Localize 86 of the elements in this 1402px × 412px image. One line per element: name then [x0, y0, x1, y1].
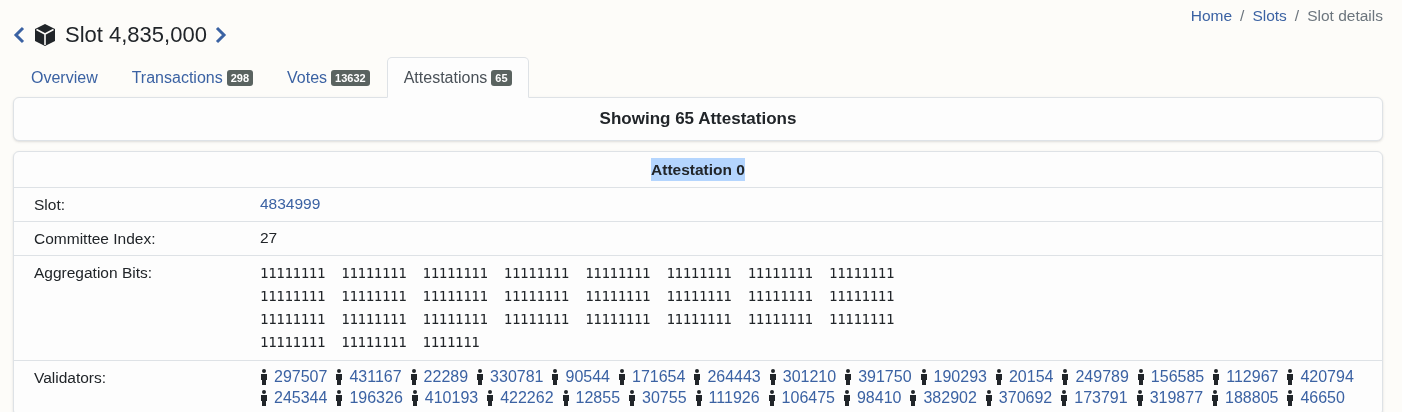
person-icon — [335, 369, 344, 385]
person-icon — [693, 369, 702, 385]
validator-link[interactable]: 249789 — [1075, 367, 1129, 387]
bits-line: 11111111 11111111 11111111 11111111 11111111 11111111 11111111 11111111 — [260, 287, 895, 306]
validator-link[interactable]: 156585 — [1150, 367, 1205, 387]
validator-link[interactable]: 173791 — [1074, 388, 1128, 408]
validator-link[interactable]: 370692 — [998, 388, 1053, 408]
person-icon — [260, 390, 268, 406]
person-icon — [919, 369, 928, 385]
person-icon — [909, 390, 918, 406]
slot-link[interactable]: 4834999 — [260, 194, 321, 215]
bits-line: 11111111 11111111 1111111 — [260, 333, 481, 352]
row-label: Validators: — [34, 368, 108, 388]
attestation-heading: Attestation 0 — [651, 157, 745, 182]
row-label: Aggregation Bits: — [34, 263, 154, 283]
breadcrumb-link[interactable]: Home — [1190, 4, 1233, 28]
chevron-left-icon[interactable] — [13, 25, 25, 44]
validator-link[interactable]: 410193 — [424, 388, 479, 408]
person-icon — [694, 390, 703, 406]
summary-heading: Showing 65 Attestations — [599, 108, 797, 131]
validator-link[interactable]: 264443 — [707, 367, 761, 387]
validator-link[interactable]: 245344 — [274, 388, 328, 408]
validator-link[interactable]: 20154 — [1008, 367, 1054, 387]
person-icon — [410, 390, 419, 406]
person-icon — [842, 390, 851, 406]
tab[interactable]: Overview — [14, 57, 115, 98]
person-icon — [618, 369, 626, 385]
validator-link[interactable]: 171654 — [632, 367, 686, 387]
validator-link[interactable]: 301210 — [782, 367, 837, 387]
person-icon — [1286, 390, 1295, 406]
validator-link[interactable]: 422262 — [500, 388, 554, 408]
person-icon — [260, 369, 268, 385]
person-icon — [1212, 369, 1221, 385]
page-title: Slot 4,835,000 — [65, 21, 207, 49]
person-icon — [767, 390, 776, 406]
person-icon — [561, 390, 570, 406]
validator-link[interactable]: 188805 — [1225, 388, 1279, 408]
person-icon — [1060, 390, 1069, 406]
validator-link[interactable]: 319877 — [1149, 388, 1204, 408]
validator-link[interactable]: 190293 — [933, 367, 987, 387]
validator-link[interactable]: 90544 — [565, 367, 610, 387]
person-icon — [486, 390, 495, 406]
validator-link[interactable]: 46650 — [1300, 388, 1345, 408]
count-badge: 13632 — [331, 69, 370, 86]
person-icon — [1211, 390, 1220, 406]
bits-line: 11111111 11111111 11111111 11111111 11111111 11111111 11111111 11111111 — [260, 264, 895, 283]
person-icon — [476, 369, 485, 385]
cube-icon — [33, 22, 57, 47]
person-icon — [994, 369, 1003, 385]
validator-link[interactable]: 22289 — [423, 367, 469, 387]
person-icon — [768, 369, 777, 385]
breadcrumb-current: Slot details — [1307, 6, 1383, 26]
validator-link[interactable]: 382902 — [923, 388, 977, 408]
person-icon — [844, 369, 853, 385]
person-icon — [551, 369, 560, 385]
chevron-right-icon[interactable] — [214, 25, 227, 44]
bits-line: 11111111 11111111 11111111 11111111 11111111 11111111 11111111 11111111 — [260, 310, 895, 329]
count-badge: 65 — [491, 69, 512, 86]
count-badge: 298 — [226, 69, 254, 86]
person-icon — [335, 390, 344, 406]
person-icon — [1061, 369, 1070, 385]
person-icon — [628, 390, 637, 406]
person-icon — [1135, 390, 1144, 406]
validator-link[interactable]: 391750 — [858, 367, 912, 387]
validator-link[interactable]: 12855 — [575, 388, 621, 408]
person-icon — [1136, 369, 1145, 385]
validator-link[interactable]: 111926 — [708, 388, 760, 408]
breadcrumb-link[interactable]: Slots — [1252, 4, 1287, 28]
validator-link[interactable]: 431167 — [349, 367, 402, 387]
validator-link[interactable]: 196326 — [349, 388, 403, 408]
person-icon — [984, 390, 993, 406]
row-label: Committee Index: — [34, 229, 157, 249]
breadcrumb-separator: / — [1240, 6, 1245, 26]
breadcrumb-separator: / — [1294, 6, 1300, 26]
validator-link[interactable]: 297507 — [274, 367, 328, 387]
tab[interactable]: Attestations 65 — [386, 57, 529, 98]
validator-link[interactable]: 106475 — [781, 388, 835, 408]
validator-link[interactable]: 330781 — [490, 367, 544, 387]
validator-link[interactable]: 112967 — [1226, 367, 1279, 387]
validator-link[interactable]: 98410 — [856, 388, 902, 408]
person-icon — [1286, 369, 1295, 385]
person-icon — [409, 369, 418, 385]
validator-link[interactable]: 30755 — [642, 388, 687, 408]
row-value: 27 — [260, 228, 278, 248]
validator-link[interactable]: 420794 — [1300, 367, 1354, 387]
row-label: Slot: — [34, 195, 66, 215]
